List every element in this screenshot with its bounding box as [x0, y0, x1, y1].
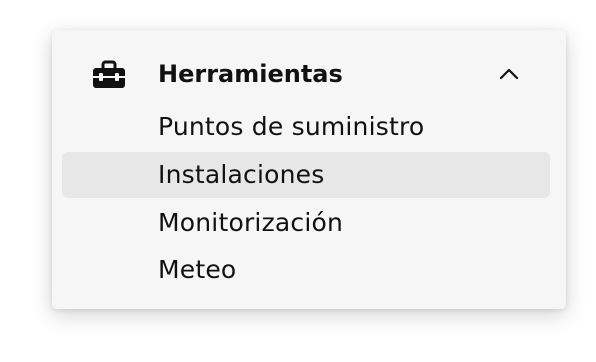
menu-item-label: Meteo — [158, 255, 237, 284]
toolbox-icon — [93, 60, 125, 88]
menu-item-label: Monitorización — [158, 208, 344, 237]
tools-section-title: Herramientas — [158, 60, 343, 88]
menu-item-instalaciones[interactable]: Instalaciones — [62, 152, 550, 198]
chevron-up-icon[interactable] — [496, 63, 522, 85]
menu-item-label: Instalaciones — [158, 160, 325, 189]
tools-section-header[interactable]: Herramientas — [52, 52, 566, 96]
tools-dropdown-menu: Herramientas Puntos de suministro Instal… — [52, 30, 566, 309]
menu-item-meteo[interactable]: Meteo — [62, 247, 550, 293]
menu-item-label: Puntos de suministro — [158, 112, 425, 141]
menu-item-puntos-de-suministro[interactable]: Puntos de suministro — [62, 104, 550, 150]
menu-item-monitorizacion[interactable]: Monitorización — [62, 200, 550, 246]
